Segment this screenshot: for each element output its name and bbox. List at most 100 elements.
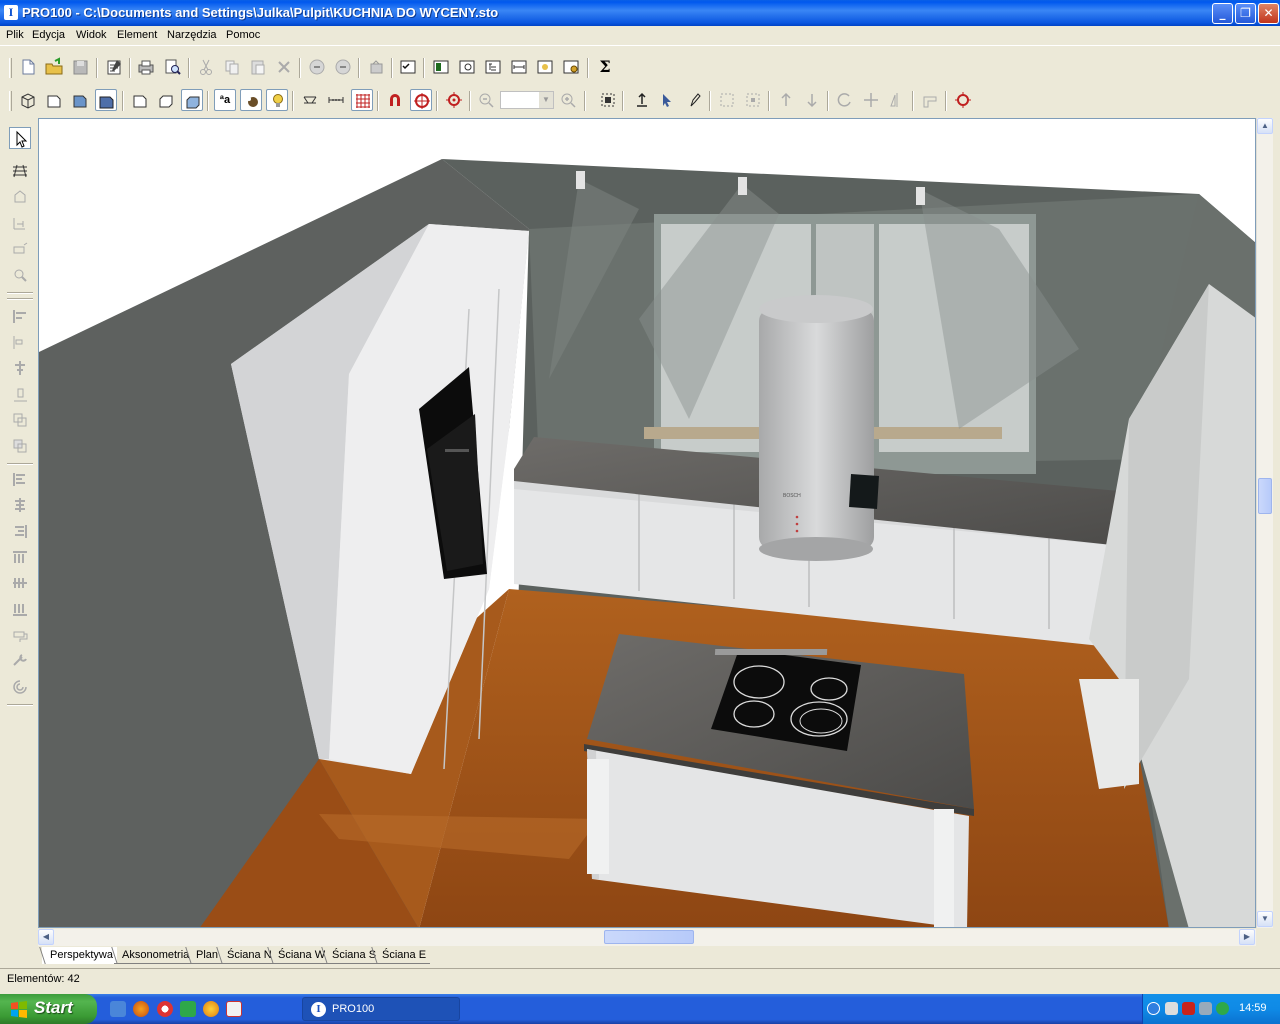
- stack-5-icon[interactable]: [9, 572, 31, 594]
- up-icon[interactable]: [775, 89, 797, 111]
- rotate-icon[interactable]: [834, 89, 856, 111]
- checklist-icon[interactable]: [397, 56, 419, 78]
- cut-icon[interactable]: [195, 56, 217, 78]
- shape-icon[interactable]: [9, 186, 31, 208]
- browse-icon[interactable]: [456, 56, 478, 78]
- pointer-icon[interactable]: [9, 127, 31, 149]
- frame-1-icon[interactable]: [716, 89, 738, 111]
- scroll-right-icon[interactable]: ▶: [1239, 929, 1255, 945]
- sum-icon[interactable]: Σ: [594, 56, 616, 78]
- snap-icon[interactable]: [410, 89, 432, 111]
- paint-icon[interactable]: [9, 624, 31, 646]
- ruler-icon[interactable]: [325, 89, 347, 111]
- 3d-viewport[interactable]: BOSCH: [38, 118, 1256, 928]
- vertical-scrollbar[interactable]: ▲ ▼: [1256, 118, 1273, 928]
- view-box-3-icon[interactable]: [69, 89, 91, 111]
- stack-4-icon[interactable]: [9, 546, 31, 568]
- stack-6-icon[interactable]: [9, 598, 31, 620]
- group-icon[interactable]: [365, 56, 387, 78]
- copy-icon[interactable]: [221, 56, 243, 78]
- measure-icon[interactable]: [299, 89, 321, 111]
- tray-update-icon[interactable]: [1216, 1002, 1229, 1015]
- light-icon[interactable]: [266, 89, 288, 111]
- menu-plik[interactable]: Plik: [6, 29, 24, 41]
- move-icon[interactable]: [657, 89, 679, 111]
- catalog-icon[interactable]: [430, 56, 452, 78]
- wall-3-icon[interactable]: [181, 89, 203, 111]
- wrench-icon[interactable]: [9, 650, 31, 672]
- texture-icon[interactable]: [560, 56, 582, 78]
- maximize-button[interactable]: ❐: [1235, 3, 1256, 24]
- tray-shield-icon[interactable]: [1182, 1002, 1195, 1015]
- wall-1-icon[interactable]: [129, 89, 151, 111]
- chrome-icon[interactable]: [157, 1001, 173, 1017]
- zoom-out-icon[interactable]: [475, 89, 497, 111]
- start-button[interactable]: Start: [0, 994, 97, 1024]
- select-all-icon[interactable]: [597, 89, 619, 111]
- tab-sciana-w[interactable]: Ściana W: [270, 947, 330, 964]
- view-box-1-icon[interactable]: [17, 89, 39, 111]
- zoom-in-icon[interactable]: [557, 89, 579, 111]
- print-icon[interactable]: [135, 56, 157, 78]
- save-icon[interactable]: [69, 56, 91, 78]
- properties-icon[interactable]: [103, 56, 125, 78]
- label-tool-icon[interactable]: [9, 238, 31, 260]
- align-icon[interactable]: [631, 89, 653, 111]
- print-preview-icon[interactable]: [161, 56, 183, 78]
- tray-device-icon[interactable]: [1199, 1002, 1212, 1015]
- align-center-icon[interactable]: [9, 331, 31, 353]
- menu-widok[interactable]: Widok: [76, 29, 107, 41]
- player-icon[interactable]: [203, 1001, 219, 1017]
- down-icon[interactable]: [801, 89, 823, 111]
- tab-aksonometria[interactable]: Aksonometria: [114, 947, 194, 964]
- stack-3-icon[interactable]: [9, 520, 31, 542]
- shelf-icon[interactable]: [919, 89, 941, 111]
- target-icon[interactable]: [443, 89, 465, 111]
- render-icon[interactable]: [534, 56, 556, 78]
- app-icon[interactable]: I: [4, 5, 18, 20]
- copy-tool-icon[interactable]: [9, 409, 31, 431]
- view-box-2-icon[interactable]: [43, 89, 65, 111]
- stack-2-icon[interactable]: [9, 494, 31, 516]
- align-left-icon[interactable]: [9, 305, 31, 327]
- new-icon[interactable]: [17, 56, 39, 78]
- frame-2-icon[interactable]: [742, 89, 764, 111]
- firefox-icon[interactable]: [133, 1001, 149, 1017]
- zoom-tool-icon[interactable]: [9, 264, 31, 286]
- menu-edycja[interactable]: Edycja: [32, 29, 65, 41]
- move-all-icon[interactable]: [860, 89, 882, 111]
- zoom-combo[interactable]: ▼: [500, 91, 554, 109]
- minimize-button[interactable]: _: [1212, 3, 1233, 24]
- tree-icon[interactable]: [482, 56, 504, 78]
- dimension-tool-icon[interactable]: [9, 212, 31, 234]
- grid-icon[interactable]: [351, 89, 373, 111]
- magnet-icon[interactable]: [384, 89, 406, 111]
- delete-icon[interactable]: [273, 56, 295, 78]
- scroll-down-icon[interactable]: ▼: [1257, 911, 1273, 927]
- tab-sciana-e[interactable]: Ściana E: [374, 947, 431, 964]
- mirror-icon[interactable]: [886, 89, 908, 111]
- tray-network-icon[interactable]: [1165, 1002, 1178, 1015]
- vertical-scroll-thumb[interactable]: [1258, 478, 1272, 514]
- material-icon[interactable]: [240, 89, 262, 111]
- open-icon[interactable]: [43, 56, 65, 78]
- copy-tool-2-icon[interactable]: [9, 435, 31, 457]
- wall-tool-icon[interactable]: [9, 160, 31, 182]
- menu-pomoc[interactable]: Pomoc: [226, 29, 260, 41]
- redo-icon[interactable]: [332, 56, 354, 78]
- horizontal-scroll-thumb[interactable]: [604, 930, 694, 944]
- paste-icon[interactable]: [247, 56, 269, 78]
- edit-icon[interactable]: [683, 89, 705, 111]
- tray-expand-icon[interactable]: [1147, 1002, 1160, 1015]
- text-icon[interactable]: ªa: [214, 89, 236, 111]
- align-right-icon[interactable]: [9, 357, 31, 379]
- document-icon[interactable]: [226, 1001, 242, 1017]
- wall-2-icon[interactable]: [155, 89, 177, 111]
- chevron-down-icon[interactable]: ▼: [539, 92, 553, 108]
- desktop-icon[interactable]: [110, 1001, 126, 1017]
- horizontal-scrollbar[interactable]: ◀ ▶: [38, 929, 1256, 946]
- stack-1-icon[interactable]: [9, 468, 31, 490]
- spiral-icon[interactable]: [9, 676, 31, 698]
- scroll-up-icon[interactable]: ▲: [1257, 118, 1273, 134]
- menu-narzedzia[interactable]: Narzędzia: [167, 29, 217, 41]
